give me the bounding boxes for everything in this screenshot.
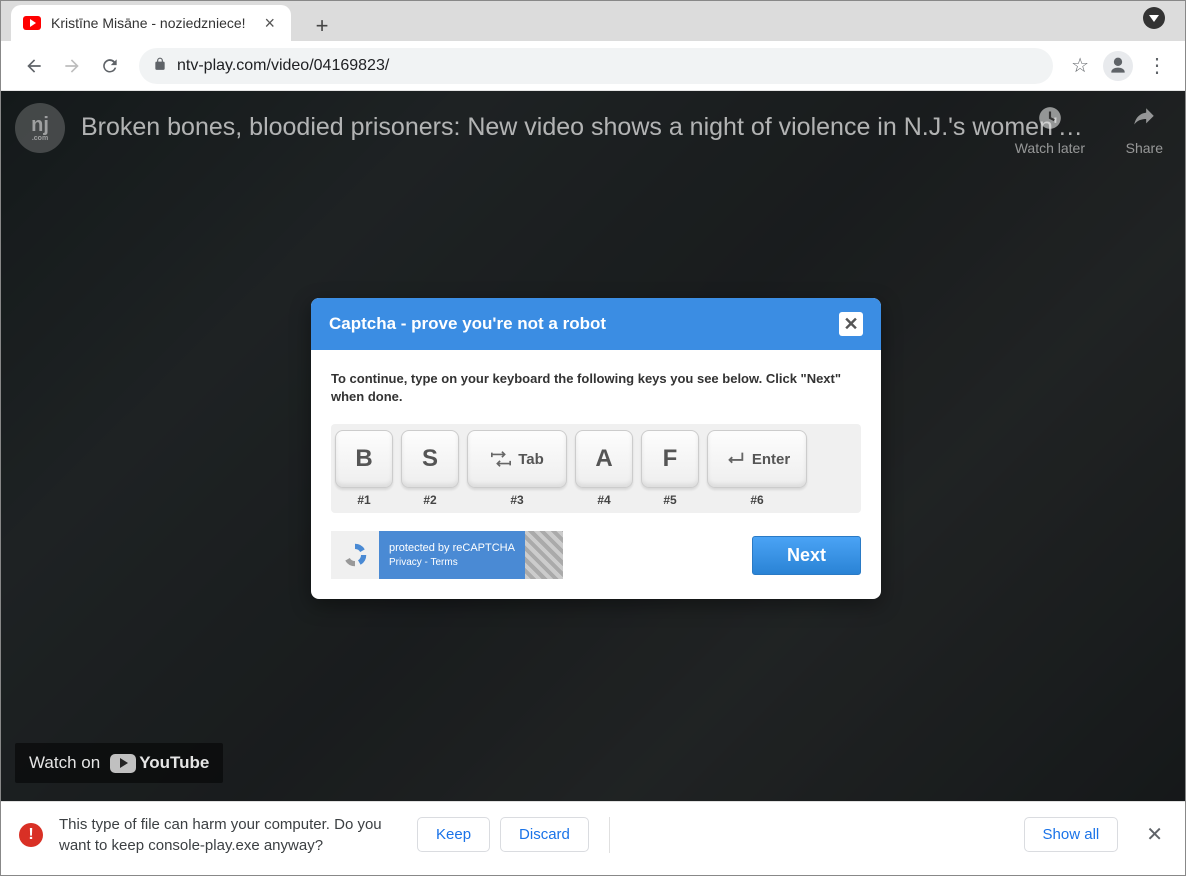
url-text: ntv-play.com/video/04169823/ [177, 57, 389, 75]
key-s: S [401, 430, 459, 488]
page-content: nj .com Broken bones, bloodied prisoners… [1, 91, 1185, 801]
tab-close-button[interactable]: × [260, 11, 279, 36]
key-enter: Enter [707, 430, 807, 488]
download-discard-button[interactable]: Discard [500, 817, 589, 852]
recaptcha-thumbs [525, 531, 563, 579]
address-bar: ntv-play.com/video/04169823/ ☆ ⋮ [1, 41, 1185, 91]
key-label: #2 [423, 493, 436, 507]
tab-strip: Kristīne Misāne - noziedzniece! × + [1, 1, 1185, 41]
key-label: #1 [357, 493, 370, 507]
watch-on-youtube-button[interactable]: Watch on YouTube [15, 743, 223, 783]
youtube-logo: YouTube [110, 753, 209, 773]
omnibox[interactable]: ntv-play.com/video/04169823/ [139, 48, 1053, 84]
recaptcha-links[interactable]: Privacy - Terms [389, 557, 515, 568]
lock-icon [153, 57, 167, 74]
captcha-key-2: S #2 [401, 430, 459, 507]
download-bar: ! This type of file can harm your comput… [1, 801, 1185, 867]
youtube-play-icon [110, 754, 136, 773]
key-a: A [575, 430, 633, 488]
captcha-keys-row: B #1 S #2 Tab #3 A #4 [331, 424, 861, 513]
recaptcha-badge[interactable]: protected by reCAPTCHA Privacy - Terms [331, 531, 563, 579]
channel-avatar[interactable]: nj .com [15, 103, 65, 153]
watch-later-label: Watch later [1015, 140, 1085, 156]
captcha-title: Captcha - prove you're not a robot [329, 314, 606, 334]
recaptcha-logo-icon [331, 531, 379, 579]
tab-title: Kristīne Misāne - noziedzniece! [51, 15, 260, 31]
download-showall-button[interactable]: Show all [1024, 817, 1119, 852]
captcha-key-5: F #5 [641, 430, 699, 507]
back-button[interactable] [19, 51, 49, 81]
key-tab: Tab [467, 430, 567, 488]
separator [609, 817, 610, 853]
youtube-text: YouTube [139, 753, 209, 773]
new-tab-button[interactable]: + [307, 11, 337, 41]
captcha-next-button[interactable]: Next [752, 536, 861, 575]
clock-icon [1037, 105, 1063, 138]
share-button[interactable]: Share [1126, 105, 1163, 156]
reload-button[interactable] [95, 51, 125, 81]
video-title[interactable]: Broken bones, bloodied prisoners: New vi… [81, 113, 1083, 142]
key-label: #4 [597, 493, 610, 507]
captcha-dialog: Captcha - prove you're not a robot ✕ To … [311, 298, 881, 599]
captcha-key-4: A #4 [575, 430, 633, 507]
chrome-menu-button[interactable]: ⋮ [1143, 49, 1171, 82]
youtube-favicon [23, 16, 41, 30]
key-f: F [641, 430, 699, 488]
watch-on-label: Watch on [29, 753, 100, 773]
captcha-key-1: B #1 [335, 430, 393, 507]
profile-button[interactable] [1103, 51, 1133, 81]
key-label: #5 [663, 493, 676, 507]
tab-arrows-icon [490, 450, 512, 468]
captcha-key-3: Tab #3 [467, 430, 567, 507]
key-label: #3 [510, 493, 523, 507]
captcha-header: Captcha - prove you're not a robot ✕ [311, 298, 881, 350]
tab-search-button[interactable] [1143, 7, 1165, 29]
watch-later-button[interactable]: Watch later [1015, 105, 1085, 156]
channel-logo-sub: .com [32, 135, 48, 142]
channel-logo-text: nj [31, 115, 49, 135]
captcha-key-6: Enter #6 [707, 430, 807, 507]
download-keep-button[interactable]: Keep [417, 817, 490, 852]
download-warning-text: This type of file can harm your computer… [59, 814, 399, 856]
download-bar-close-button[interactable]: ✕ [1142, 818, 1167, 851]
captcha-close-button[interactable]: ✕ [839, 312, 863, 336]
captcha-instructions: To continue, type on your keyboard the f… [331, 370, 861, 406]
recaptcha-text: protected by reCAPTCHA [389, 542, 515, 554]
enter-arrow-icon [724, 450, 746, 468]
share-label: Share [1126, 140, 1163, 156]
warning-icon: ! [19, 823, 43, 847]
bookmark-button[interactable]: ☆ [1071, 53, 1089, 78]
share-icon [1131, 105, 1157, 138]
key-label: #6 [750, 493, 763, 507]
forward-button [57, 51, 87, 81]
browser-tab[interactable]: Kristīne Misāne - noziedzniece! × [11, 5, 291, 41]
key-b: B [335, 430, 393, 488]
